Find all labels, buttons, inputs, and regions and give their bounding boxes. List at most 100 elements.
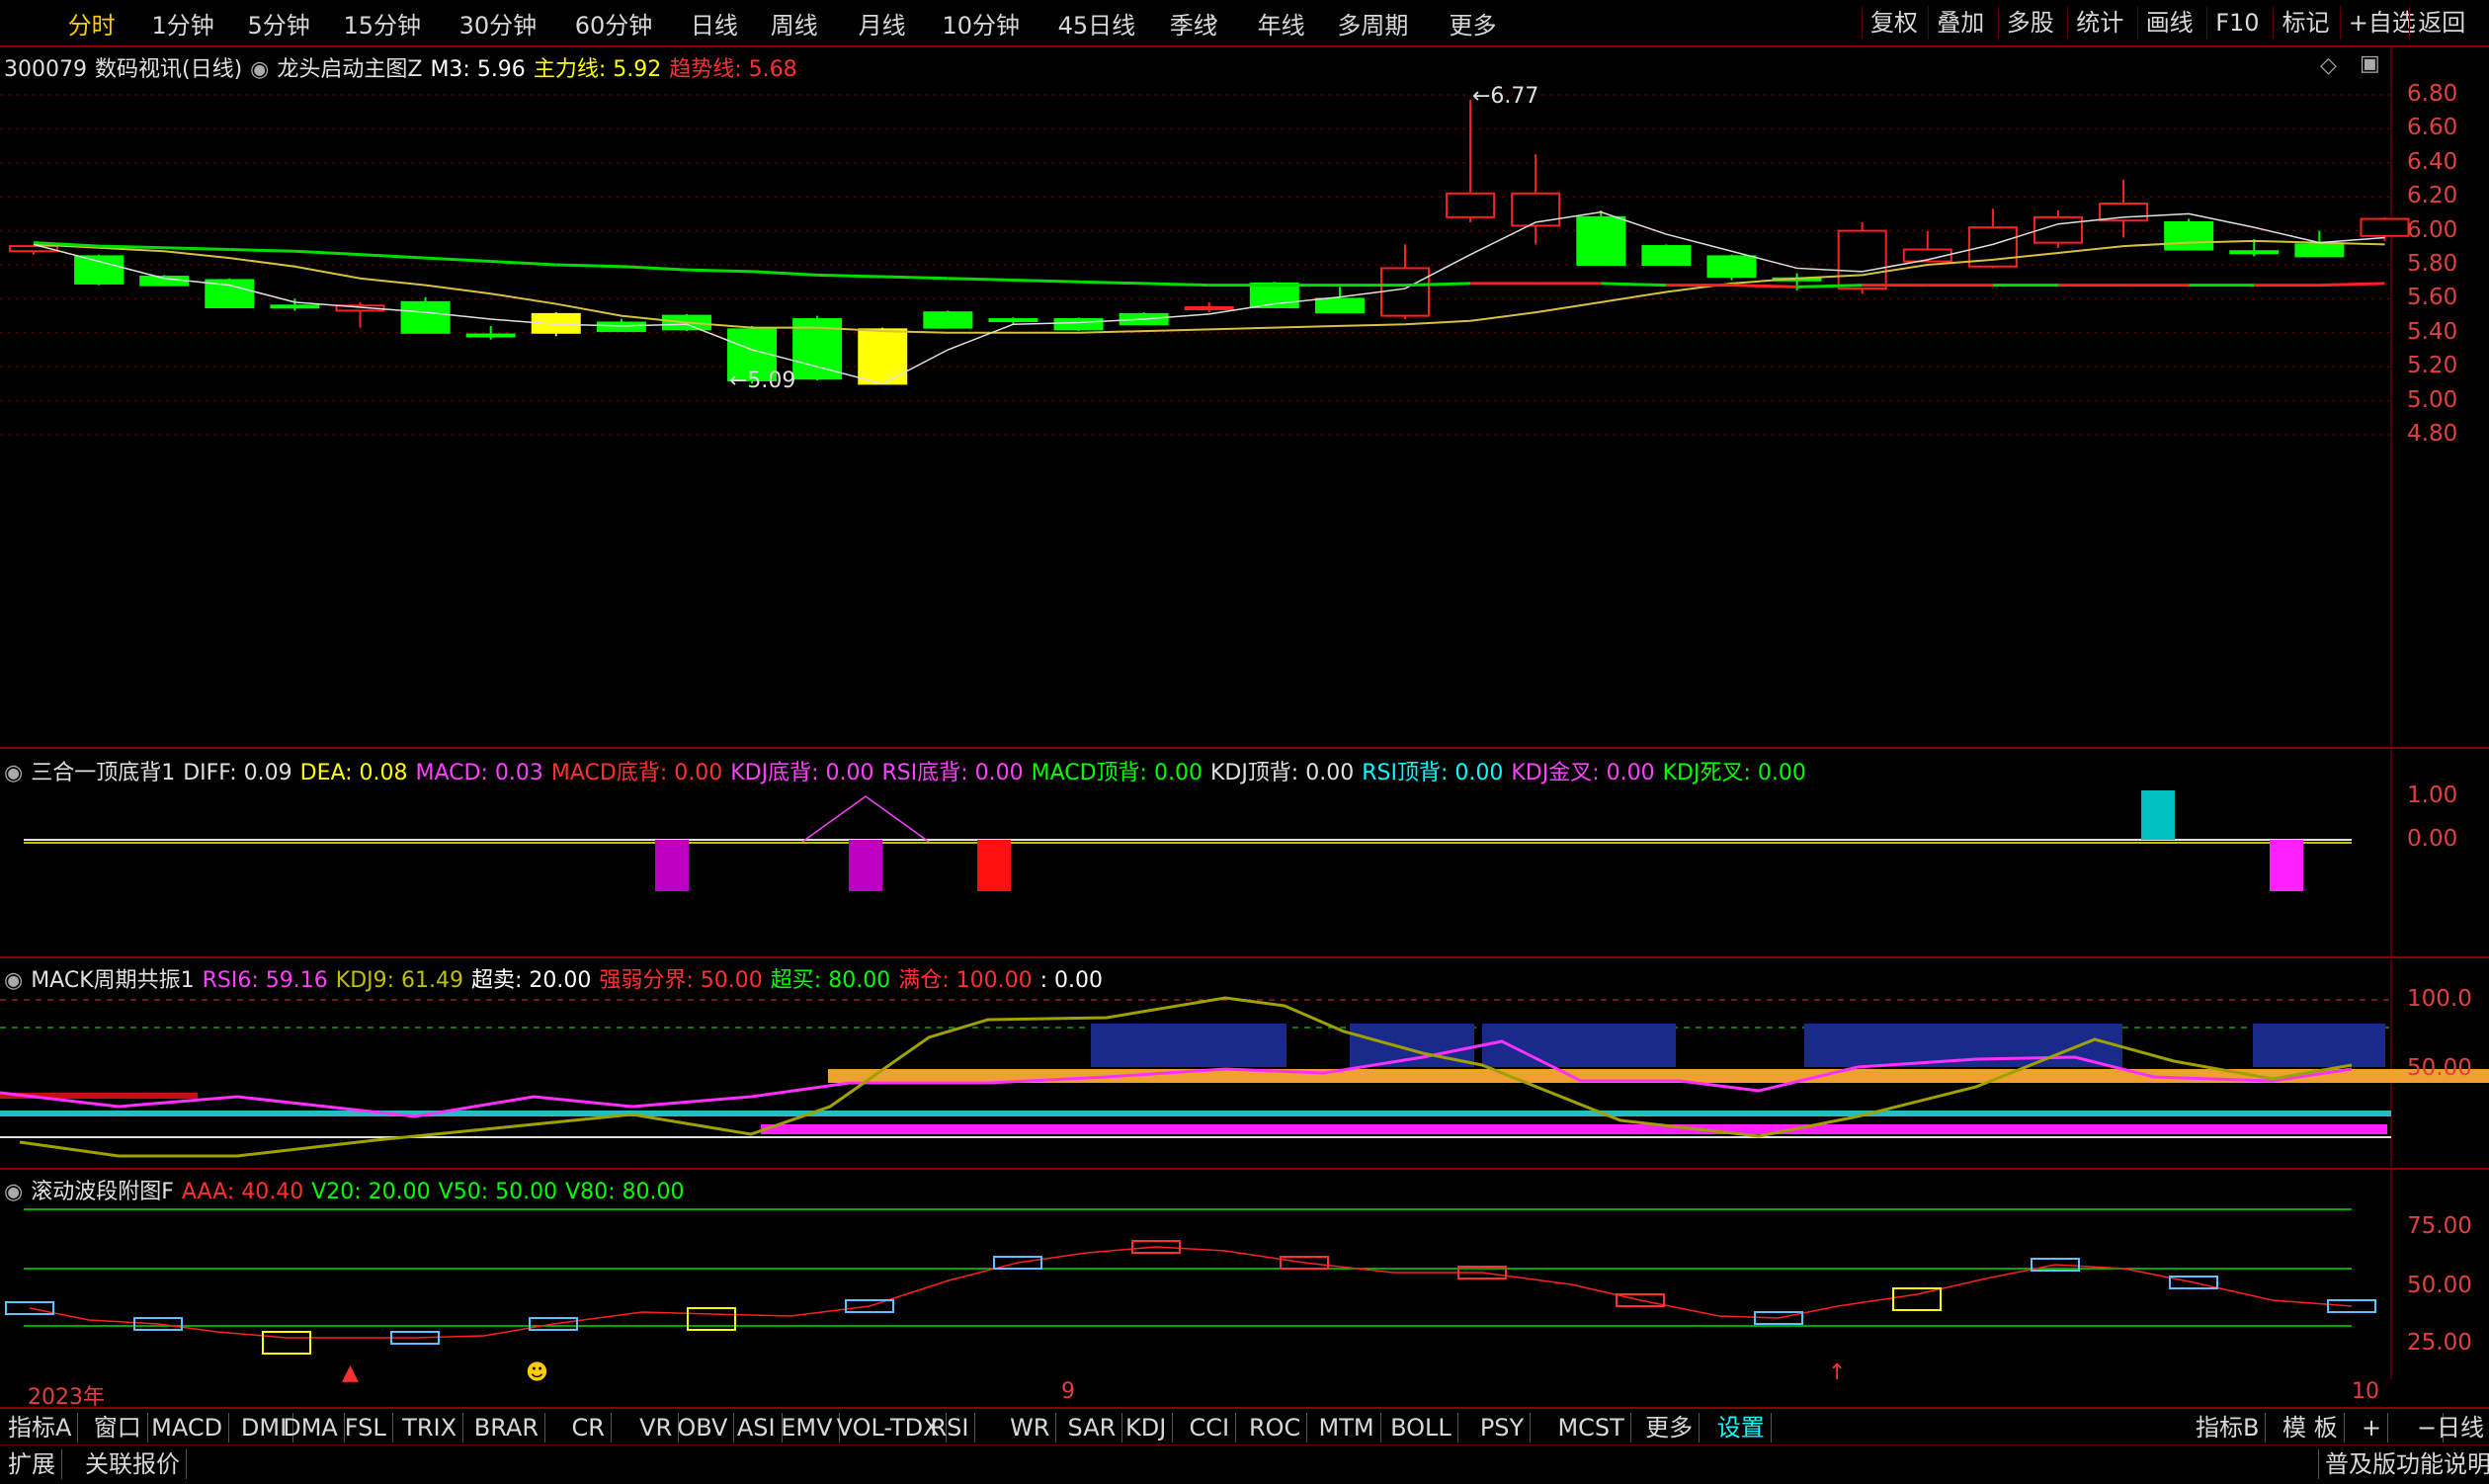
- main_panel-ytick: 5.00: [2407, 386, 2458, 413]
- qushi-line: [360, 253, 426, 260]
- indicator-tab-20[interactable]: BOLL: [1384, 1413, 1458, 1443]
- candle-body: [1511, 192, 1561, 227]
- toolbar-button-0[interactable]: 复权: [1861, 6, 1926, 40]
- qushi-line: [164, 246, 230, 252]
- candle-body: [596, 321, 646, 333]
- indicator-tab-21[interactable]: PSY: [1474, 1413, 1532, 1443]
- indicator-tab-0[interactable]: 窗口: [88, 1413, 148, 1443]
- qushi-line: [555, 263, 622, 269]
- period-tab-4[interactable]: 30分钟: [459, 6, 538, 41]
- indicator-tab-24[interactable]: 设置: [1711, 1413, 1772, 1443]
- magenta-band: [761, 1124, 2387, 1134]
- indicator-tab-14[interactable]: WR: [1004, 1413, 1057, 1443]
- candle-body: [74, 255, 124, 285]
- resonance-block: [1091, 1024, 1286, 1067]
- candle-body: [1314, 297, 1365, 314]
- indicator-tab-17[interactable]: CCI: [1184, 1413, 1237, 1443]
- period-tab-8[interactable]: 月线: [859, 6, 906, 41]
- period-tab-2[interactable]: 5分钟: [247, 6, 309, 41]
- indicator-tab-9[interactable]: OBV: [671, 1413, 735, 1443]
- candle-body: [2099, 203, 2149, 222]
- mack_panel-ytick: 100.0: [2407, 986, 2472, 1012]
- candle-body: [1641, 245, 1692, 267]
- resonance-block: [2253, 1024, 2385, 1067]
- kline-panel[interactable]: 300079 数码视讯(日线) ◉ 龙头启动主图Z M3: 5.96 主力线: 5.92 趋…: [0, 45, 2489, 749]
- bottom-right-button-2[interactable]: +: [2356, 1413, 2389, 1443]
- indicator-a-button[interactable]: 指标A: [2, 1413, 79, 1443]
- macd-chart: [24, 749, 2392, 958]
- indicator-tab-16[interactable]: KDJ: [1120, 1413, 1174, 1443]
- toolbar-button-8[interactable]: 返回: [2409, 6, 2473, 40]
- time-axis-month-10: 10: [2352, 1379, 2379, 1404]
- qushi-line: [1013, 278, 1079, 284]
- extend-button[interactable]: 扩展: [2, 1449, 62, 1479]
- candle-body: [1446, 192, 1496, 218]
- main_panel-ytick: 6.00: [2407, 216, 2458, 243]
- aaa-line: [29, 1246, 2353, 1339]
- period-tab-10[interactable]: 45日线: [1058, 6, 1136, 41]
- main_panel-ytick: 5.80: [2407, 251, 2458, 277]
- indicator-tab-4[interactable]: FSL: [339, 1413, 393, 1443]
- indicator-tabbar: 指标A 窗口 MACD DMI DMA FSL TRIX BRAR CR VR OBV ASI EMV V…: [0, 1407, 2489, 1446]
- indicator-tab-6[interactable]: BRAR: [468, 1413, 546, 1443]
- signal-bar: [655, 840, 689, 891]
- period-tab-14[interactable]: 更多: [1450, 6, 1497, 41]
- bottom-right-button-1[interactable]: 模 板: [2277, 1413, 2345, 1443]
- period-tab-9[interactable]: 10分钟: [942, 6, 1020, 41]
- candle-body: [400, 300, 451, 334]
- candle-body: [2360, 217, 2410, 237]
- period-tab-0[interactable]: 分时: [68, 6, 116, 41]
- period-tab-5[interactable]: 60分钟: [575, 6, 653, 41]
- qushi-line: [229, 248, 295, 253]
- signal-bar: [2270, 840, 2303, 891]
- signal-bar: [2141, 790, 2175, 840]
- kdj-bottom-signal: [801, 795, 930, 843]
- period-tab-13[interactable]: 多周期: [1337, 6, 1408, 41]
- indicator-tab-19[interactable]: MTM: [1313, 1413, 1381, 1443]
- related-quote-button[interactable]: 关联报价: [79, 1449, 187, 1479]
- candle-body: [2229, 250, 2280, 255]
- chevron-right-icon[interactable]: ›: [1209, 6, 1219, 34]
- up-arrow-icon: ▲: [342, 1360, 359, 1385]
- indicator-tab-18[interactable]: ROC: [1243, 1413, 1308, 1443]
- candle-body: [1053, 318, 1104, 331]
- toolbar-button-1[interactable]: 叠加: [1928, 6, 1992, 40]
- qushi-line: [1078, 280, 1144, 286]
- toolbar-button-3[interactable]: 统计: [2067, 6, 2131, 40]
- period-tab-12[interactable]: 年线: [1258, 6, 1305, 41]
- wave-panel[interactable]: ◉ 滚动波段附图F AAA: 40.40 V20: 20.00 V50: 50.00 V8…: [0, 1168, 2489, 1410]
- qushi-line: [99, 244, 165, 250]
- indicator-tab-22[interactable]: MCST: [1551, 1413, 1631, 1443]
- indicator-tab-15[interactable]: SAR: [1062, 1413, 1123, 1443]
- indicator-tab-13[interactable]: RSI: [924, 1413, 976, 1443]
- bottom-right-button-0[interactable]: 指标B: [2190, 1413, 2267, 1443]
- signal-bar: [849, 840, 882, 891]
- macd-panel[interactable]: ◉ 三合一顶底背1 DIFF: 0.09 DEA: 0.08 MACD: 0.03 MAC…: [0, 747, 2489, 958]
- qushi-line: [882, 275, 949, 281]
- indicator-tab-1[interactable]: MACD: [145, 1413, 230, 1443]
- candle-body: [1706, 255, 1757, 279]
- corner-period-label[interactable]: 日线: [2431, 1413, 2489, 1443]
- period-tab-7[interactable]: 周线: [771, 6, 818, 41]
- qushi-line: [1404, 282, 1471, 288]
- up-arrow-icon: ↑: [1828, 1360, 1846, 1385]
- mack-panel[interactable]: ◉ MACK周期共振1 RSI6: 59.16 KDJ9: 61.49 超卖: 20.0…: [0, 956, 2489, 1170]
- main_panel-ytick: 6.80: [2407, 81, 2458, 107]
- period-tab-3[interactable]: 15分钟: [343, 6, 421, 41]
- toolbar-button-4[interactable]: 画线: [2136, 6, 2201, 40]
- qushi-line: [751, 270, 818, 277]
- toolbar-button-5[interactable]: F10: [2206, 6, 2267, 40]
- edition-info[interactable]: 普及版功能说明: [2318, 1449, 2489, 1479]
- indicator-tab-5[interactable]: TRIX: [396, 1413, 464, 1443]
- mack_panel-ytick: 50.00: [2407, 1055, 2472, 1081]
- qushi-line: [686, 268, 753, 274]
- indicator-tab-23[interactable]: 更多: [1639, 1413, 1701, 1443]
- toolbar-button-6[interactable]: 标记: [2273, 6, 2337, 40]
- period-tab-1[interactable]: 1分钟: [152, 6, 214, 41]
- indicator-tab-3[interactable]: DMA: [277, 1413, 345, 1443]
- toolbar-button-2[interactable]: 多股: [1997, 6, 2062, 40]
- indicator-tab-7[interactable]: CR: [566, 1413, 612, 1443]
- wave_panel-ytick: 25.00: [2407, 1330, 2472, 1356]
- candle-body: [988, 318, 1038, 323]
- period-tab-6[interactable]: 日线: [691, 6, 738, 41]
